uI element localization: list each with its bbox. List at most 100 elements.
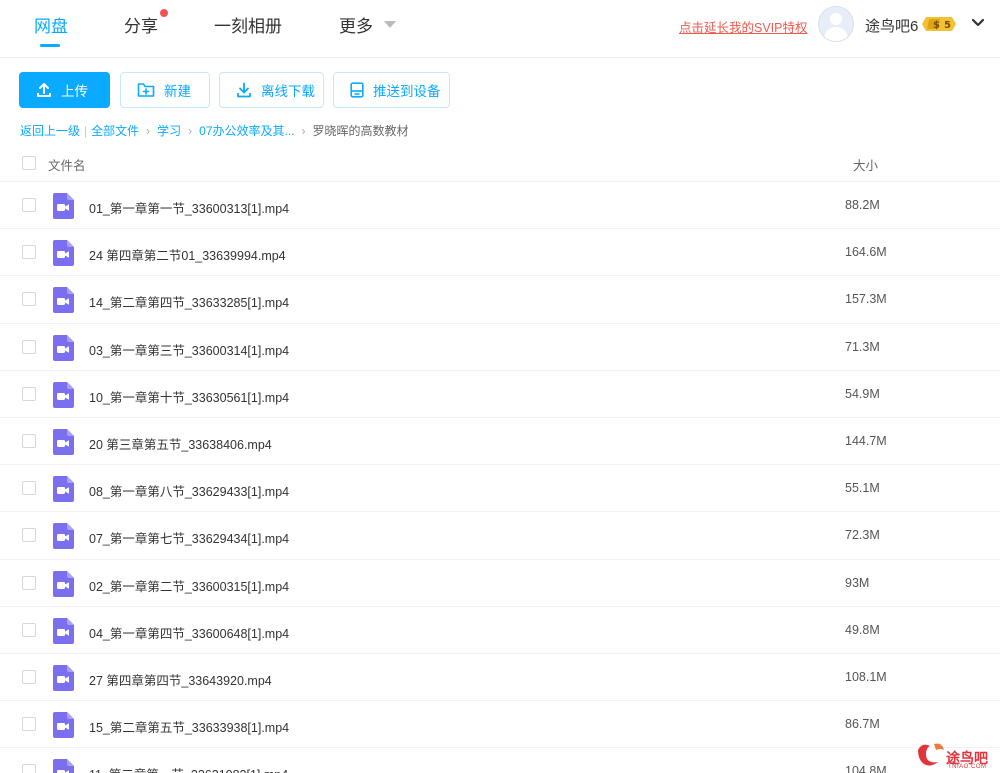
video-file-icon [53, 429, 74, 455]
column-header-size[interactable]: 大小 [853, 155, 878, 174]
push-to-device-label: 推送到设备 [373, 84, 441, 99]
table-row[interactable]: 07_第一章第七节_33629434[1].mp4 72.3M [0, 512, 1000, 560]
file-name[interactable]: 03_第一章第三节_33600314[1].mp4 [89, 340, 289, 359]
file-size: 108.1M [845, 670, 887, 684]
video-file-icon [53, 712, 74, 739]
table-row[interactable]: 11_第二章第一节_33631082[1].mp4 104.8M [0, 748, 1000, 773]
avatar[interactable] [818, 6, 854, 42]
file-name[interactable]: 24 第四章第二节01_33639994.mp4 [89, 245, 286, 264]
row-checkbox[interactable] [22, 198, 36, 212]
file-size: 72.3M [845, 528, 880, 543]
breadcrumb-separator-icon: › [301, 124, 306, 138]
row-checkbox[interactable] [22, 481, 36, 496]
row-checkbox[interactable] [22, 622, 36, 637]
new-folder-label: 新建 [164, 84, 191, 99]
offline-download-label: 离线下载 [261, 84, 315, 99]
video-file-icon [53, 523, 74, 550]
video-file-icon [53, 381, 74, 408]
file-name[interactable]: 14_第二章第四节_33633285[1].mp4 [89, 292, 289, 311]
video-file-icon [53, 665, 74, 691]
row-checkbox[interactable] [22, 670, 36, 684]
table-row[interactable]: 27 第四章第四节_33643920.mp4 108.1M [0, 654, 1000, 702]
table-row[interactable]: 20 第三章第五节_33638406.mp4 144.7M [0, 418, 1000, 466]
row-checkbox[interactable] [22, 764, 36, 773]
file-size: 88.2M [845, 198, 880, 212]
file-size: 157.3M [845, 292, 887, 307]
row-checkbox[interactable] [22, 386, 36, 401]
row-checkbox[interactable] [22, 339, 36, 354]
new-folder-icon [137, 83, 155, 97]
select-all-checkbox[interactable] [22, 156, 36, 170]
tab-more[interactable]: 更多 [339, 12, 373, 37]
push-to-device-button[interactable]: 推送到设备 [333, 72, 450, 108]
table-row[interactable]: 01_第一章第一节_33600313[1].mp4 88.2M [0, 182, 1000, 230]
video-file-icon [53, 287, 74, 314]
video-file-icon [53, 570, 74, 597]
breadcrumb-all-files[interactable]: 全部文件 [91, 124, 139, 138]
active-tab-indicator [40, 44, 60, 47]
breadcrumb-back[interactable]: 返回上一级 [20, 124, 80, 138]
breadcrumb-current: 罗晓晖的高数教材 [312, 124, 409, 138]
file-name[interactable]: 11_第二章第一节_33631082[1].mp4 [89, 764, 288, 773]
table-row[interactable]: 24 第四章第二节01_33639994.mp4 164.6M [0, 229, 1000, 277]
row-checkbox[interactable] [22, 575, 36, 590]
file-name[interactable]: 07_第一章第七节_33629434[1].mp4 [89, 528, 289, 547]
breadcrumb-office-folder[interactable]: 07办公效率及其... [199, 124, 294, 138]
row-checkbox[interactable] [22, 434, 36, 448]
file-size: 86.7M [845, 717, 880, 732]
tab-album[interactable]: 一刻相册 [214, 12, 282, 37]
file-name[interactable]: 10_第一章第十节_33630561[1].mp4 [89, 387, 289, 406]
file-size: 49.8M [845, 622, 880, 637]
table-row[interactable]: 14_第二章第四节_33633285[1].mp4 157.3M [0, 276, 1000, 324]
video-file-icon [53, 334, 74, 361]
tab-share[interactable]: 分享 [124, 12, 158, 37]
breadcrumb-study[interactable]: 学习 [157, 124, 181, 138]
file-name[interactable]: 02_第一章第二节_33600315[1].mp4 [89, 576, 289, 595]
file-name[interactable]: 01_第一章第一节_33600313[1].mp4 [89, 198, 289, 217]
file-name[interactable]: 04_第一章第四节_33600648[1].mp4 [89, 623, 289, 642]
row-checkbox[interactable] [22, 717, 36, 732]
file-size: 55.1M [845, 481, 880, 496]
svip-extend-link[interactable]: 点击延长我的SVIP特权 [679, 17, 808, 36]
file-name[interactable]: 08_第一章第八节_33629433[1].mp4 [89, 481, 289, 500]
upload-label: 上传 [61, 84, 88, 99]
device-icon [350, 82, 364, 98]
new-folder-button[interactable]: 新建 [120, 72, 210, 108]
file-size: 104.8M [845, 764, 887, 773]
download-icon [237, 82, 251, 98]
file-size: 93M [845, 575, 870, 590]
table-row[interactable]: 02_第一章第二节_33600315[1].mp4 93M [0, 560, 1000, 607]
table-row[interactable]: 15_第二章第五节_33633938[1].mp4 86.7M [0, 701, 1000, 749]
file-size: 71.3M [845, 339, 880, 354]
video-file-icon [53, 193, 74, 219]
table-row[interactable]: 04_第一章第四节_33600648[1].mp4 49.8M [0, 607, 1000, 654]
row-checkbox[interactable] [22, 245, 36, 260]
breadcrumb-separator-icon: › [146, 124, 151, 138]
file-size: 144.7M [845, 434, 887, 448]
caret-down-icon[interactable] [384, 21, 396, 28]
file-name[interactable]: 20 第三章第五节_33638406.mp4 [89, 434, 272, 453]
upload-icon [37, 83, 51, 97]
offline-download-button[interactable]: 离线下载 [219, 72, 324, 108]
file-size: 164.6M [845, 245, 887, 260]
breadcrumb-separator-icon: › [188, 124, 193, 138]
table-row[interactable]: 10_第一章第十节_33630561[1].mp4 54.9M [0, 371, 1000, 418]
notification-dot [160, 9, 168, 17]
top-nav-bar: 网盘 分享 一刻相册 更多 点击延长我的SVIP特权 途鸟吧6 $ 5 [0, 0, 1000, 58]
video-file-icon [53, 617, 74, 644]
username[interactable]: 途鸟吧6 [865, 15, 918, 36]
chevron-down-icon[interactable] [970, 15, 986, 31]
upload-button[interactable]: 上传 [19, 72, 110, 108]
tab-netdisk[interactable]: 网盘 [34, 12, 68, 37]
file-name[interactable]: 15_第二章第五节_33633938[1].mp4 [89, 717, 289, 736]
table-row[interactable]: 03_第一章第三节_33600314[1].mp4 71.3M [0, 324, 1000, 371]
file-name[interactable]: 27 第四章第四节_33643920.mp4 [89, 670, 272, 689]
table-row[interactable]: 08_第一章第八节_33629433[1].mp4 55.1M [0, 465, 1000, 513]
video-file-icon [53, 476, 74, 503]
row-checkbox[interactable] [22, 292, 36, 307]
row-checkbox[interactable] [22, 528, 36, 543]
column-header-name[interactable]: 文件名 [48, 155, 86, 174]
vip-level-badge-icon: $ 5 [922, 17, 956, 31]
video-file-icon [53, 240, 74, 267]
video-file-icon [53, 759, 74, 773]
